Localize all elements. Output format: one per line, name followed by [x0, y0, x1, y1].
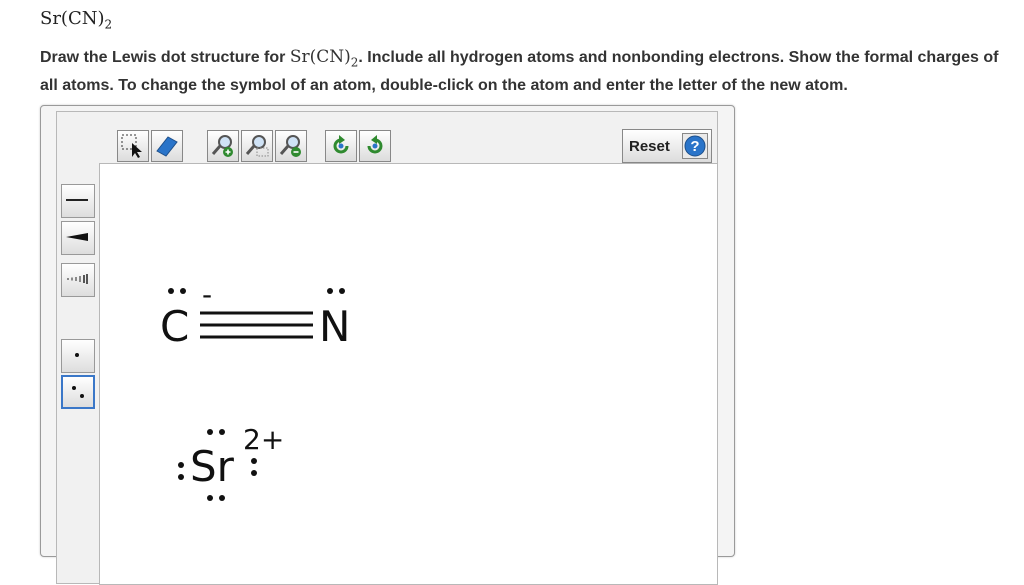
formal-charge-strontium: 2+ [243, 423, 285, 456]
lone-pair-dot [327, 288, 333, 294]
help-icon: ? [684, 135, 706, 157]
problem-title: Sr(CN)2 [40, 8, 113, 32]
reset-label: Reset [629, 138, 670, 155]
wedge-bond-button[interactable] [61, 221, 95, 255]
lone-pair-dot [168, 288, 174, 294]
atom-nitrogen[interactable]: N [319, 306, 350, 348]
lone-pair-dot [180, 288, 186, 294]
lone-pair-dot [207, 429, 213, 435]
eraser-tool-button[interactable] [151, 130, 183, 162]
redo-icon [367, 135, 383, 154]
atom-carbon[interactable]: C [160, 306, 189, 348]
drawing-canvas[interactable]: C - N Sr 2+ [99, 163, 718, 585]
lone-pair-dot [251, 470, 257, 476]
lone-pair-dot [219, 429, 225, 435]
bond-tool-sidebar [56, 163, 101, 584]
svg-text:?: ? [690, 138, 699, 155]
reset-button[interactable]: Reset ? [622, 129, 712, 163]
atom-strontium[interactable]: Sr [190, 446, 234, 488]
help-button[interactable]: ? [682, 133, 708, 159]
single-bond-button[interactable] [61, 184, 95, 218]
zoom-in-button[interactable] [207, 130, 239, 162]
select-arrow-icon [121, 134, 142, 158]
hash-bond-icon [67, 274, 88, 284]
undo-icon [333, 135, 349, 154]
lone-pair-button[interactable] [61, 375, 95, 409]
wedge-bond-icon [66, 233, 88, 241]
lone-pair-dot [207, 495, 213, 501]
single-electron-button[interactable] [61, 339, 95, 373]
undo-button[interactable] [325, 130, 357, 162]
lone-pair-dot [178, 462, 184, 468]
lone-pair-dot [251, 458, 257, 464]
editor-toolbar: Reset ? [56, 111, 718, 164]
single-dot-icon [75, 353, 79, 357]
lewis-structure-editor: Reset ? C - N Sr 2+ [40, 105, 735, 585]
lone-pair-icon [72, 386, 84, 398]
zoom-fit-icon [245, 135, 269, 157]
formal-charge-carbon: - [202, 278, 213, 311]
redo-button[interactable] [359, 130, 391, 162]
zoom-out-button[interactable] [275, 130, 307, 162]
bond-lines [200, 311, 313, 339]
select-tool-button[interactable] [117, 130, 149, 162]
lone-pair-dot [178, 474, 184, 480]
lone-pair-dot [339, 288, 345, 294]
eraser-icon [156, 136, 178, 157]
zoom-in-icon [211, 135, 233, 157]
instruction-text: Draw the Lewis dot structure for Sr(CN)2… [40, 47, 999, 95]
zoom-out-icon [279, 135, 301, 157]
zoom-fit-button[interactable] [241, 130, 273, 162]
instruction-formula: Sr(CN)2 [289, 47, 359, 70]
single-bond-icon [66, 199, 88, 201]
hash-bond-button[interactable] [61, 263, 95, 297]
lone-pair-dot [219, 495, 225, 501]
